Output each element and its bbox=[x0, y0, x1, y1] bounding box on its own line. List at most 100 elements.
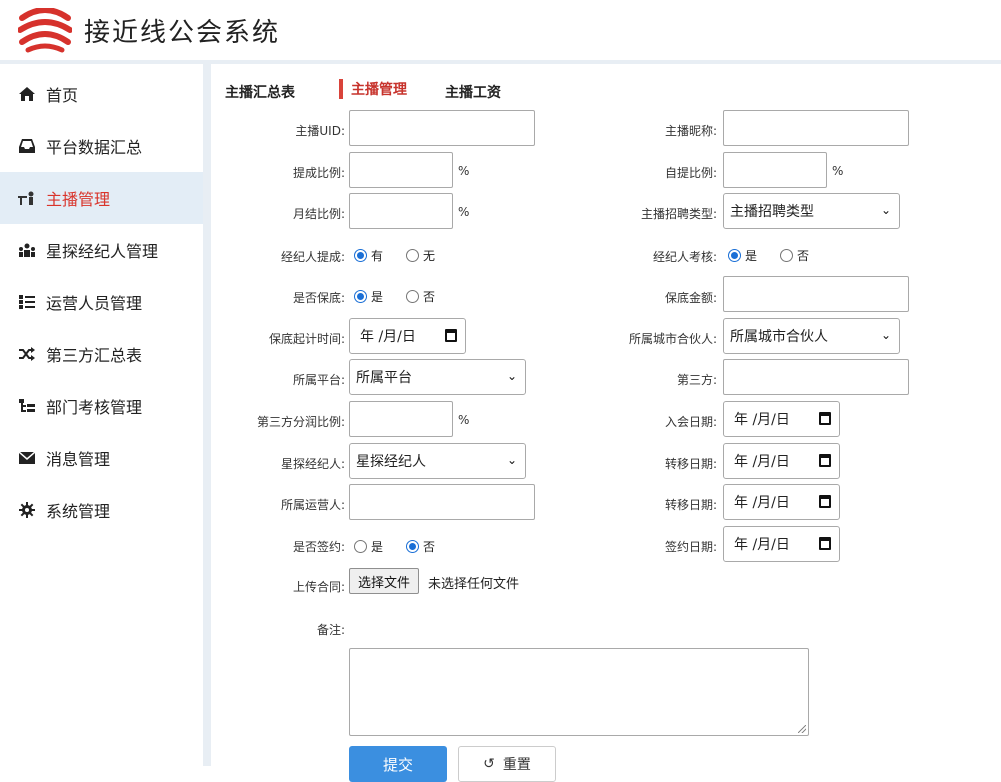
guarantee-no-radio[interactable]: 否 bbox=[406, 288, 435, 305]
anchor-nickname-label: 主播昵称: bbox=[664, 124, 717, 138]
sidebar-item-platform-data[interactable]: 平台数据汇总 bbox=[0, 120, 203, 172]
resize-grip-icon[interactable] bbox=[798, 725, 806, 733]
third-party-label: 第三方: bbox=[676, 373, 717, 387]
join-date-label: 入会日期: bbox=[664, 415, 717, 429]
scout-select[interactable]: 星探经纪人 ⌄ bbox=[349, 443, 526, 479]
broadcaster-icon bbox=[18, 189, 36, 207]
group-icon bbox=[18, 241, 36, 259]
join-date-input[interactable]: 年 /月/日 bbox=[723, 401, 840, 437]
operator-input[interactable] bbox=[349, 484, 535, 520]
sidebar-item-third-party[interactable]: 第三方汇总表 bbox=[0, 328, 203, 380]
date-placeholder: 年 /月/日 bbox=[360, 329, 416, 345]
date-placeholder: 年 /月/日 bbox=[734, 495, 790, 511]
percent-sign: % bbox=[832, 164, 844, 178]
file-status-text: 未选择任何文件 bbox=[428, 577, 520, 592]
transfer-date-label: 转移日期: bbox=[664, 457, 717, 471]
logo-icon bbox=[18, 8, 72, 53]
radio-label: 无 bbox=[423, 249, 436, 263]
agent-review-label: 经纪人考核: bbox=[652, 250, 717, 264]
tab-anchor-summary[interactable]: 主播汇总表 bbox=[225, 82, 295, 102]
chevron-down-icon: ⌄ bbox=[506, 453, 517, 467]
gear-icon bbox=[18, 501, 36, 519]
sidebar-item-system[interactable]: 系统管理 bbox=[0, 484, 203, 536]
date-placeholder: 年 /月/日 bbox=[734, 537, 790, 553]
third-party-share-input[interactable] bbox=[349, 401, 453, 437]
submit-button[interactable]: 提交 bbox=[349, 746, 447, 782]
hierarchy-icon bbox=[18, 397, 36, 415]
transfer-date-input[interactable]: 年 /月/日 bbox=[723, 443, 840, 479]
sign-date-label: 签约日期: bbox=[664, 540, 717, 554]
chevron-down-icon: ⌄ bbox=[506, 369, 517, 383]
guarantee-amount-label: 保底金额: bbox=[664, 291, 717, 305]
reset-label: 重置 bbox=[502, 757, 531, 773]
guarantee-yes-radio[interactable]: 是 bbox=[354, 288, 383, 305]
sign-date-input[interactable]: 年 /月/日 bbox=[723, 526, 840, 562]
radio-checked-icon bbox=[354, 249, 367, 262]
calendar-icon bbox=[819, 495, 831, 508]
guarantee-start-date[interactable]: 年 /月/日 bbox=[349, 318, 466, 354]
radio-label: 是 bbox=[745, 249, 758, 263]
sidebar-item-label: 部门考核管理 bbox=[46, 398, 143, 417]
sidebar-item-label: 平台数据汇总 bbox=[46, 138, 143, 157]
radio-unchecked-icon bbox=[780, 249, 793, 262]
scout-label: 星探经纪人: bbox=[280, 457, 345, 471]
radio-unchecked-icon bbox=[354, 540, 367, 553]
transfer-date2-input[interactable]: 年 /月/日 bbox=[723, 484, 840, 520]
radio-checked-icon bbox=[728, 249, 741, 262]
percent-sign: % bbox=[458, 205, 470, 219]
calendar-icon bbox=[819, 412, 831, 425]
sidebar-divider bbox=[203, 64, 211, 766]
sidebar-item-scout-agent[interactable]: 星探经纪人管理 bbox=[0, 224, 203, 276]
recruit-type-select[interactable]: 主播招聘类型 ⌄ bbox=[723, 193, 900, 229]
list-icon bbox=[18, 293, 36, 311]
sidebar: 首页 平台数据汇总 主播管理 星探经纪人管理 运营人员管理 第三方汇总表 部门考… bbox=[0, 64, 203, 766]
sidebar-item-label: 系统管理 bbox=[46, 502, 111, 521]
calendar-icon bbox=[445, 329, 457, 342]
monthly-ratio-input[interactable] bbox=[349, 193, 453, 229]
calendar-icon bbox=[819, 537, 831, 550]
agent-review-yes-radio[interactable]: 是 bbox=[728, 247, 757, 264]
sidebar-item-anchor-management[interactable]: 主播管理 bbox=[0, 172, 203, 224]
sidebar-item-home[interactable]: 首页 bbox=[0, 68, 203, 120]
remark-textarea[interactable] bbox=[349, 648, 809, 736]
tab-anchor-salary[interactable]: 主播工资 bbox=[445, 82, 501, 102]
agent-review-no-radio[interactable]: 否 bbox=[780, 247, 809, 264]
chevron-down-icon: ⌄ bbox=[880, 328, 891, 342]
signed-label: 是否签约: bbox=[292, 540, 345, 554]
choose-file-button[interactable]: 选择文件 bbox=[349, 568, 420, 594]
date-placeholder: 年 /月/日 bbox=[734, 412, 790, 428]
agent-commission-yes-radio[interactable]: 有 bbox=[354, 247, 383, 264]
signed-no-radio[interactable]: 否 bbox=[406, 538, 435, 555]
guarantee-label: 是否保底: bbox=[292, 291, 345, 305]
tab-anchor-management[interactable]: 主播管理 bbox=[339, 79, 407, 99]
anchor-uid-input[interactable] bbox=[349, 110, 535, 146]
city-partner-select[interactable]: 所属城市合伙人 ⌄ bbox=[723, 318, 900, 354]
upload-label: 上传合同: bbox=[292, 580, 345, 594]
sidebar-item-label: 消息管理 bbox=[46, 450, 111, 469]
operator-label: 所属运营人: bbox=[280, 498, 345, 512]
agent-commission-no-radio[interactable]: 无 bbox=[406, 247, 435, 264]
signed-yes-radio[interactable]: 是 bbox=[354, 538, 383, 555]
platform-select[interactable]: 所属平台 ⌄ bbox=[349, 359, 526, 395]
sidebar-item-label: 星探经纪人管理 bbox=[46, 242, 159, 261]
sidebar-item-department-review[interactable]: 部门考核管理 bbox=[0, 380, 203, 432]
third-party-input[interactable] bbox=[723, 359, 909, 395]
guarantee-amount-input[interactable] bbox=[723, 276, 909, 312]
calendar-icon bbox=[819, 454, 831, 467]
chevron-down-icon: ⌄ bbox=[880, 203, 891, 217]
recruit-type-value: 主播招聘类型 bbox=[730, 204, 814, 220]
envelope-icon bbox=[18, 449, 36, 467]
sidebar-item-label: 主播管理 bbox=[46, 190, 111, 209]
reset-icon: ↺ bbox=[483, 756, 495, 772]
self-commission-input[interactable] bbox=[723, 152, 827, 188]
reset-button[interactable]: ↺ 重置 bbox=[458, 746, 556, 782]
city-partner-label: 所属城市合伙人: bbox=[628, 332, 717, 346]
scout-value: 星探经纪人 bbox=[356, 454, 426, 470]
commission-ratio-input[interactable] bbox=[349, 152, 453, 188]
sidebar-item-messages[interactable]: 消息管理 bbox=[0, 432, 203, 484]
radio-unchecked-icon bbox=[406, 249, 419, 262]
third-party-share-label: 第三方分润比例: bbox=[256, 415, 345, 429]
anchor-nickname-input[interactable] bbox=[723, 110, 909, 146]
radio-label: 否 bbox=[797, 249, 810, 263]
sidebar-item-operators[interactable]: 运营人员管理 bbox=[0, 276, 203, 328]
